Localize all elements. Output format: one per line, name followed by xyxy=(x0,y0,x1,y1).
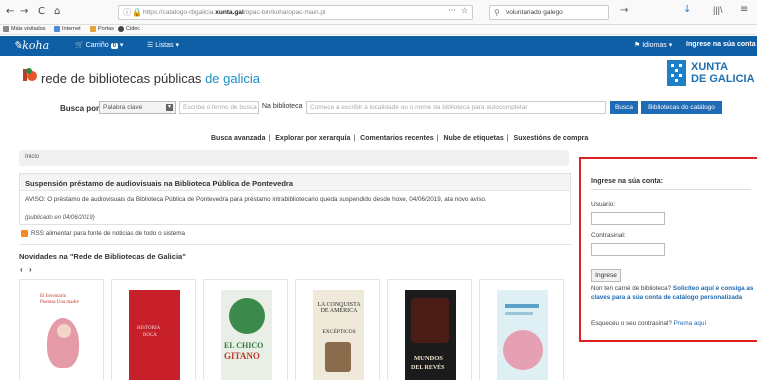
forward-icon[interactable]: → xyxy=(20,6,28,17)
koha-navbar: ✎koha 🛒 Carriño 0 ▾ ☰ Listas ▾ ⚑ Idiomas … xyxy=(0,36,757,56)
globe-icon xyxy=(54,26,60,32)
search-go-icon[interactable]: → xyxy=(620,5,628,16)
browser-search-input[interactable]: ⚲ voluntariado galego xyxy=(489,5,609,20)
search-label: Busca por xyxy=(60,104,100,113)
divider xyxy=(19,244,571,245)
password-field[interactable] xyxy=(591,243,665,256)
forgot-password-text: Esqueceu o seu contrasinal? Prema aquí xyxy=(591,320,707,327)
tag-cloud-link[interactable]: Nube de etiquetas xyxy=(443,135,503,142)
rss-icon xyxy=(21,230,28,237)
news-date: (publicado en 04/06/2019) xyxy=(25,215,95,221)
browse-hierarchy-link[interactable]: Explorar por xerarquía xyxy=(275,135,350,142)
breadcrumb: Inicio xyxy=(19,150,569,166)
bookmark-item[interactable]: Portas xyxy=(90,26,114,32)
languages-menu[interactable]: ⚑ Idiomas ▾ xyxy=(634,41,672,49)
search-type-select[interactable]: Palabra clave ▼ xyxy=(99,101,176,114)
news-header: Suspensión préstamo de audiovisuais na B… xyxy=(20,174,570,191)
hamburger-menu-icon[interactable]: ≡ xyxy=(740,4,748,15)
cart-count-badge: 0 xyxy=(110,43,118,49)
globe-icon xyxy=(118,26,124,32)
news-title: Suspensión préstamo de audiovisuais na B… xyxy=(25,179,293,188)
chevron-down-icon: ▼ xyxy=(166,104,173,111)
divider xyxy=(591,189,751,190)
rss-link[interactable]: RSS alimentar para fonte de noticias de … xyxy=(21,230,185,237)
recent-comments-link[interactable]: Comentarios recentes xyxy=(360,135,434,142)
login-link[interactable]: Ingrese na súa conta xyxy=(686,41,756,48)
book-cover-4[interactable]: LA CONQUISTA DE AMÉRICA EXCÉPTICOS xyxy=(313,290,364,380)
username-label: Usuario: xyxy=(591,201,616,208)
lock-icon: 🔒 xyxy=(132,8,142,17)
password-label: Contrasinal: xyxy=(591,232,626,239)
search-icon: ⚲ xyxy=(494,8,500,17)
book-cover-6[interactable] xyxy=(497,290,548,380)
info-icon[interactable]: ⓘ xyxy=(123,7,131,18)
koha-logo[interactable]: ✎koha xyxy=(13,39,49,52)
advanced-search-link[interactable]: Busca avanzada xyxy=(211,135,265,142)
back-icon[interactable]: ← xyxy=(6,6,14,17)
search-input[interactable]: Escriba o termo de busca xyxy=(179,101,259,114)
gear-icon xyxy=(3,26,9,32)
url-text: https://catalogo-rbgalicia.xunta.gal/opa… xyxy=(143,9,326,16)
news-item: Suspensión préstamo de audiovisuais na B… xyxy=(19,173,571,225)
forgot-password-link[interactable]: Prema aquí xyxy=(674,320,707,327)
xunta-logo[interactable]: XUNTA DE GALICIA xyxy=(667,60,755,88)
new-items-title: Novidades na "Rede de Bibliotecas de Gal… xyxy=(19,252,186,261)
xunta-emblem-icon xyxy=(667,60,686,86)
more-searches: Busca avanzada | Explorar por xerarquía | … xyxy=(211,135,589,142)
carousel-prev-icon[interactable]: ‹ xyxy=(20,265,23,274)
cart-button[interactable]: 🛒 Carriño 0 ▾ xyxy=(75,41,123,49)
login-button[interactable]: Ingrese xyxy=(591,269,621,282)
book-cover-card[interactable]: LA CONQUISTA DE AMÉRICA EXCÉPTICOS xyxy=(295,279,380,380)
search-button[interactable]: Busca xyxy=(610,101,638,114)
username-field[interactable] xyxy=(591,212,665,225)
no-card-text: Non ten carné de biblioteca? Solicíteo a… xyxy=(591,285,754,301)
carousel-next-icon[interactable]: › xyxy=(29,265,32,274)
library-label: Na biblioteca xyxy=(262,103,303,110)
bookmark-item[interactable]: Internet xyxy=(54,26,81,32)
news-body: AVISO: O préstamo de audiovisuais da Bib… xyxy=(25,196,487,203)
login-panel: Ingrese na súa conta: Usuario: Contrasin… xyxy=(579,157,757,342)
library-icon[interactable]: |||\ xyxy=(713,5,723,15)
bookmark-star-icon[interactable]: ☆ xyxy=(461,6,468,15)
page-actions-icon[interactable]: ··· xyxy=(448,6,456,15)
bookmark-item[interactable]: Máis visitados xyxy=(3,26,46,32)
book-cover-2[interactable]: HISTORIA ROCA xyxy=(129,290,180,380)
login-title: Ingrese na súa conta: xyxy=(591,178,663,185)
bookmarks-bar: Máis visitados Internet Portas Cidec xyxy=(0,25,757,35)
rede-bibliotecas-logo-icon[interactable] xyxy=(19,65,41,85)
home-icon[interactable]: ⌂ xyxy=(54,6,60,17)
folder-icon xyxy=(90,26,96,32)
library-input[interactable]: Comece a escribir a localidade ou o nome… xyxy=(306,101,606,114)
book-cover-card[interactable]: HISTORIA ROCA xyxy=(111,279,196,380)
book-cover-card[interactable]: EL CHICO GITANO xyxy=(203,279,288,380)
book-cover-card[interactable]: MUNDOS DEL REVÉS xyxy=(387,279,472,380)
browser-toolbar: ← → C ⌂ ⓘ 🔒 https://catalogo-rbgalicia.x… xyxy=(0,0,757,25)
catalog-libraries-button[interactable]: Bibliotecas do catálogo xyxy=(641,101,722,114)
bookmark-item[interactable]: Cidec xyxy=(118,26,140,32)
breadcrumb-home-link[interactable]: Inicio xyxy=(25,154,39,160)
site-title[interactable]: rede de bibliotecas públicas de galicia xyxy=(41,71,260,86)
url-bar[interactable]: ⓘ 🔒 https://catalogo-rbgalicia.xunta.gal… xyxy=(118,5,473,20)
book-cover-5[interactable]: MUNDOS DEL REVÉS xyxy=(405,290,456,380)
book-cover-1[interactable]: El Inventario Poemas Una madre xyxy=(37,290,88,380)
book-cover-3[interactable]: EL CHICO GITANO xyxy=(221,290,272,380)
lists-menu[interactable]: ☰ Listas ▾ xyxy=(147,41,179,49)
download-icon[interactable]: ↓ xyxy=(683,4,691,15)
purchase-suggestions-link[interactable]: Suxestións de compra xyxy=(514,135,589,142)
book-cover-card[interactable]: El Inventario Poemas Una madre xyxy=(19,279,104,380)
reload-icon[interactable]: C xyxy=(38,6,45,17)
book-cover-card[interactable] xyxy=(479,279,564,380)
